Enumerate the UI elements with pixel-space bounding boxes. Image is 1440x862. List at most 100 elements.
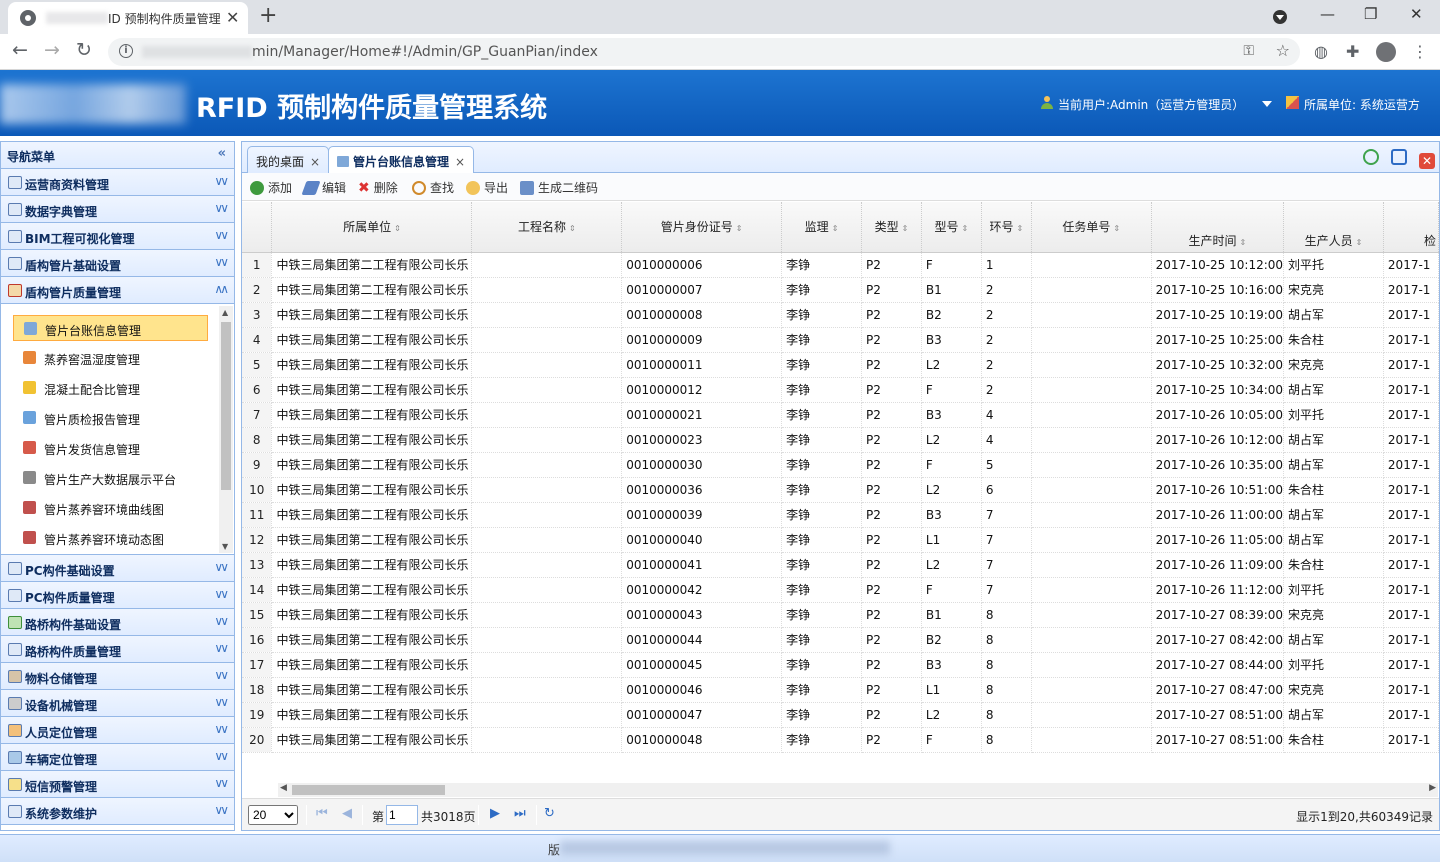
tab-guanpian-ledger[interactable]: 管片台账信息管理 × [328, 146, 475, 174]
table-row[interactable]: 11 中铁三局集团第二工程有限公司长乐 0010000039 李铮 P2 B3 7 2017-… [242, 502, 1439, 528]
column-header[interactable]: 生产人员 ⇕ [1283, 202, 1384, 253]
expand-icon[interactable]: ∨∨ [214, 255, 228, 269]
submenu-item[interactable]: 管片生产大数据展示平台 [13, 465, 208, 491]
url-text[interactable]: min/Manager/Home#!/Admin/GP_GuanPian/ind… [252, 44, 598, 60]
table-row[interactable]: 19 中铁三局集团第二工程有限公司长乐 0010000047 李铮 P2 L2 8 2017-… [242, 702, 1439, 728]
sidebar-group[interactable]: 人员定位管理 ∨∨ [1, 717, 234, 744]
table-row[interactable]: 3 中铁三局集团第二工程有限公司长乐 0010000008 李铮 P2 B2 2 2017-1… [242, 302, 1439, 328]
find-button[interactable]: 查找 [412, 179, 454, 196]
profile-avatar[interactable] [1376, 42, 1396, 62]
expand-icon[interactable]: ∨∨ [214, 803, 228, 817]
table-row[interactable]: 13 中铁三局集团第二工程有限公司长乐 0010000041 李铮 P2 L2 7 2017-… [242, 552, 1439, 578]
tab-desktop[interactable]: 我的桌面 × [247, 146, 330, 173]
address-bar[interactable]: i min/Manager/Home#!/Admin/GP_GuanPian/i… [108, 38, 1300, 66]
window-close-icon[interactable]: ✕ [1410, 5, 1423, 23]
last-page-icon[interactable]: ⏭ [514, 806, 526, 821]
expand-icon[interactable]: ∨∨ [214, 228, 228, 242]
expand-icon[interactable]: ∨∨ [214, 722, 228, 736]
sidebar-group[interactable]: 盾构管片基础设置 ∨∨ [1, 250, 234, 277]
expand-icon[interactable]: ∨∨ [214, 776, 228, 790]
translate-extension-icon[interactable]: ◍ [1314, 42, 1328, 61]
table-row[interactable]: 20 中铁三局集团第二工程有限公司长乐 0010000048 李铮 P2 F 8 2017-1… [242, 727, 1439, 753]
expand-icon[interactable]: ∨∨ [214, 174, 228, 188]
user-dropdown-icon[interactable] [1262, 101, 1272, 107]
restore-icon[interactable]: ❐ [1364, 5, 1377, 23]
key-icon[interactable]: ⚿ [1243, 43, 1254, 59]
page-number-input[interactable] [386, 805, 418, 825]
sidebar-group[interactable]: 路桥构件基础设置 ∨∨ [1, 609, 234, 636]
new-tab-icon[interactable]: + [259, 3, 277, 28]
sidebar-group[interactable]: 车辆定位管理 ∨∨ [1, 744, 234, 771]
back-icon[interactable]: ← [12, 39, 28, 61]
sidebar-group[interactable]: 数据字典管理 ∨∨ [1, 196, 234, 223]
sidebar-group[interactable]: 系统参数维护 ∨∨ [1, 798, 234, 825]
submenu-item[interactable]: 管片发货信息管理 [13, 435, 208, 461]
sidebar-group[interactable]: 设备机械管理 ∨∨ [1, 690, 234, 717]
expand-icon[interactable]: ∨∨ [214, 668, 228, 682]
collapse-icon[interactable]: ∧∧ [214, 282, 228, 296]
maximize-icon[interactable] [1391, 149, 1408, 165]
browser-menu-icon[interactable]: ⋮ [1412, 42, 1428, 61]
table-row[interactable]: 15 中铁三局集团第二工程有限公司长乐 0010000043 李铮 P2 B1 8 2017-… [242, 602, 1439, 628]
sidebar-group[interactable]: PC构件质量管理 ∨∨ [1, 582, 234, 609]
bookmark-star-icon[interactable]: ☆ [1276, 41, 1290, 60]
table-row[interactable]: 16 中铁三局集团第二工程有限公司长乐 0010000044 李铮 P2 B2 8 2017-… [242, 627, 1439, 653]
submenu-item-selected[interactable]: 管片台账信息管理 [13, 315, 208, 341]
sidebar-group[interactable]: 短信预警管理 ∨∨ [1, 771, 234, 798]
column-header[interactable]: 检 [1383, 202, 1439, 253]
collapse-sidebar-icon[interactable]: « [218, 146, 226, 161]
table-row[interactable]: 7 中铁三局集团第二工程有限公司长乐 0010000021 李铮 P2 B3 4 2017-1… [242, 402, 1439, 428]
scroll-right-icon[interactable]: ▶ [1429, 783, 1436, 793]
expand-icon[interactable]: ∨∨ [214, 587, 228, 601]
table-row[interactable]: 10 中铁三局集团第二工程有限公司长乐 0010000036 李铮 P2 L2 6 2017-… [242, 477, 1439, 503]
expand-icon[interactable]: ∨∨ [214, 641, 228, 655]
refresh-page-icon[interactable]: ↻ [544, 806, 555, 821]
table-row[interactable]: 2 中铁三局集团第二工程有限公司长乐 0010000007 李铮 P2 B1 2 2017-1… [242, 277, 1439, 303]
table-row[interactable]: 9 中铁三局集团第二工程有限公司长乐 0010000030 李铮 P2 F 5 2017-10… [242, 452, 1439, 478]
tab-search-icon[interactable] [1273, 10, 1287, 24]
browser-tab[interactable]: ID 预制构件质量管理 ✕ [8, 2, 248, 34]
column-header[interactable]: 类型 ⇕ [861, 202, 922, 253]
column-header[interactable]: 管片身份证号 ⇕ [621, 202, 783, 253]
close-all-icon[interactable]: ✕ [1419, 153, 1435, 169]
submenu-scrollbar[interactable]: ▲ ▼ [219, 306, 233, 553]
table-row[interactable]: 14 中铁三局集团第二工程有限公司长乐 0010000042 李铮 P2 F 7 2017-1… [242, 577, 1439, 603]
close-tab-icon[interactable]: × [310, 155, 320, 169]
column-header[interactable]: 所属单位 ⇕ [271, 202, 473, 253]
edit-button[interactable]: 编辑 [301, 179, 346, 196]
sidebar-group[interactable]: PC构件基础设置 ∨∨ [1, 555, 234, 582]
prev-page-icon[interactable]: ◀ [342, 806, 352, 821]
column-header[interactable]: 环号 ⇕ [981, 202, 1032, 253]
table-row[interactable]: 17 中铁三局集团第二工程有限公司长乐 0010000045 李铮 P2 B3 8 2017-… [242, 652, 1439, 678]
scroll-down-icon[interactable]: ▼ [222, 542, 228, 551]
column-header[interactable]: 任务单号 ⇕ [1031, 202, 1152, 253]
table-row[interactable]: 4 中铁三局集团第二工程有限公司长乐 0010000009 李铮 P2 B3 2 2017-1… [242, 327, 1439, 353]
submenu-item[interactable]: 混凝土配合比管理 [13, 375, 208, 401]
next-page-icon[interactable]: ▶ [490, 806, 500, 821]
expand-icon[interactable]: ∨∨ [214, 201, 228, 215]
forward-icon[interactable]: → [44, 39, 60, 61]
column-header[interactable]: 监理 ⇕ [781, 202, 862, 253]
minimize-icon[interactable]: — [1320, 5, 1335, 23]
submenu-item[interactable]: 管片质检报告管理 [13, 405, 208, 431]
page-size-select[interactable]: 20 [248, 805, 298, 825]
delete-button[interactable]: ✖ 删除 [358, 179, 398, 196]
scroll-up-icon[interactable]: ▲ [222, 308, 228, 317]
reload-icon[interactable]: ↻ [76, 39, 92, 61]
scroll-left-icon[interactable]: ◀ [280, 783, 287, 793]
submenu-item[interactable]: 管片蒸养窨环境动态图 [13, 525, 208, 551]
table-row[interactable]: 12 中铁三局集团第二工程有限公司长乐 0010000040 李铮 P2 L1 7 2017-… [242, 527, 1439, 553]
column-header[interactable]: 型号 ⇕ [921, 202, 982, 253]
horizontal-scrollbar[interactable]: ◀ ▶ [278, 783, 1438, 797]
sidebar-group-active[interactable]: 盾构管片质量管理 ∧∧ [1, 277, 234, 304]
submenu-item[interactable]: 管片蒸养窨环境曲线图 [13, 495, 208, 521]
info-icon[interactable]: i [119, 44, 133, 58]
submenu-item[interactable]: 蒸养窖温湿度管理 [13, 345, 208, 371]
scrollbar-thumb[interactable] [221, 322, 231, 490]
qrcode-button[interactable]: 生成二维码 [520, 179, 598, 196]
first-page-icon[interactable]: ⏮ [316, 806, 328, 821]
export-button[interactable]: 导出 [466, 179, 508, 196]
sidebar-group[interactable]: 物料仓储管理 ∨∨ [1, 663, 234, 690]
scrollbar-thumb[interactable] [292, 785, 445, 795]
expand-icon[interactable]: ∨∨ [214, 749, 228, 763]
